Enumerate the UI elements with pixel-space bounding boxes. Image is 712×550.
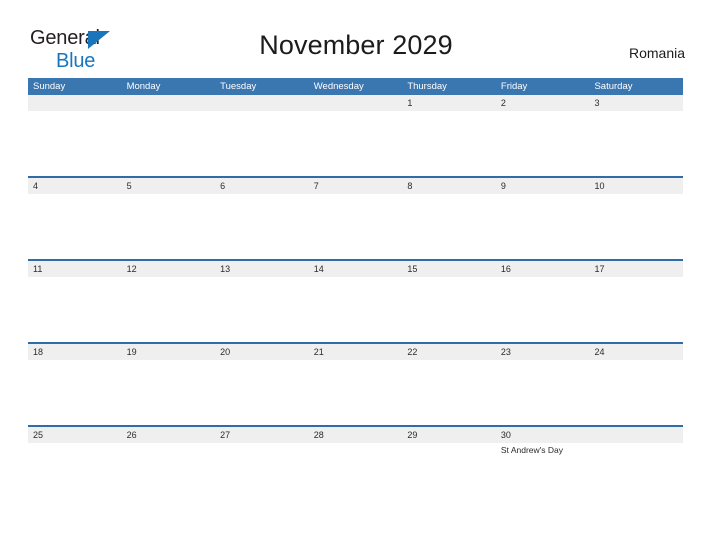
day-number[interactable]: 8 xyxy=(402,178,496,194)
day-number[interactable]: 30 xyxy=(496,427,590,443)
event-band xyxy=(28,111,683,113)
calendar-week-row: 18 19 20 21 22 23 24 xyxy=(28,342,683,425)
day-cell[interactable] xyxy=(589,111,683,113)
day-number-empty xyxy=(28,95,122,111)
day-number[interactable]: 5 xyxy=(122,178,216,194)
holiday-event-label: St Andrew's Day xyxy=(500,445,563,455)
event-band xyxy=(28,277,683,279)
day-number[interactable]: 7 xyxy=(309,178,403,194)
day-cell[interactable] xyxy=(122,443,216,456)
date-number-band: 25 26 27 28 29 30 xyxy=(28,427,683,443)
day-cell[interactable] xyxy=(215,443,309,456)
page-title: November 2029 xyxy=(259,30,453,60)
country-label: Romania xyxy=(628,45,685,61)
day-cell[interactable] xyxy=(28,111,122,113)
day-number[interactable]: 11 xyxy=(28,261,122,277)
day-number[interactable]: 10 xyxy=(589,178,683,194)
day-number[interactable]: 26 xyxy=(122,427,216,443)
day-number[interactable]: 9 xyxy=(496,178,590,194)
day-number[interactable]: 17 xyxy=(589,261,683,277)
date-number-band: 4 5 6 7 8 9 10 xyxy=(28,178,683,194)
weekday-header-tuesday: Tuesday xyxy=(220,81,257,92)
day-number[interactable]: 22 xyxy=(402,344,496,360)
day-number-empty xyxy=(309,95,403,111)
day-number[interactable]: 2 xyxy=(496,95,590,111)
day-cell[interactable] xyxy=(122,194,216,196)
day-number[interactable]: 23 xyxy=(496,344,590,360)
day-cell[interactable] xyxy=(309,443,403,456)
day-cell[interactable] xyxy=(589,443,683,456)
calendar-week-row: 4 5 6 7 8 9 10 xyxy=(28,176,683,259)
calendar-week-row: 123 xyxy=(28,95,683,176)
day-number[interactable]: 14 xyxy=(309,261,403,277)
day-number[interactable]: 1 xyxy=(402,95,496,111)
day-cell[interactable] xyxy=(496,360,590,362)
day-cell[interactable] xyxy=(402,111,496,113)
day-cell[interactable] xyxy=(28,277,122,279)
day-cell[interactable] xyxy=(496,277,590,279)
date-number-band: 18 19 20 21 22 23 24 xyxy=(28,344,683,360)
day-cell[interactable] xyxy=(309,194,403,196)
day-number[interactable]: 21 xyxy=(309,344,403,360)
day-cell[interactable] xyxy=(402,277,496,279)
weekday-header-monday: Monday xyxy=(126,81,161,92)
date-number-band: 11 12 13 14 15 16 17 xyxy=(28,261,683,277)
day-number[interactable]: 27 xyxy=(215,427,309,443)
day-number[interactable]: 3 xyxy=(589,95,683,111)
day-number[interactable]: 20 xyxy=(215,344,309,360)
event-band xyxy=(28,194,683,196)
day-cell[interactable] xyxy=(589,277,683,279)
date-number-band: 123 xyxy=(28,95,683,111)
day-number[interactable]: 16 xyxy=(496,261,590,277)
day-cell[interactable] xyxy=(402,360,496,362)
weekday-header-friday: Friday xyxy=(500,81,528,92)
day-cell[interactable] xyxy=(215,111,309,113)
page-header: General Blue November 2029 Romania xyxy=(0,0,712,71)
day-cell[interactable]: St Andrew's Day xyxy=(496,443,590,456)
day-cell[interactable] xyxy=(28,194,122,196)
weekday-header-saturday: Saturday xyxy=(594,81,633,92)
day-cell[interactable] xyxy=(309,111,403,113)
day-cell[interactable] xyxy=(122,360,216,362)
event-band: St Andrew's Day xyxy=(28,443,683,456)
calendar-week-row: 11 12 13 14 15 16 17 xyxy=(28,259,683,342)
day-cell[interactable] xyxy=(309,360,403,362)
day-number[interactable]: 13 xyxy=(215,261,309,277)
day-cell[interactable] xyxy=(215,277,309,279)
day-cell[interactable] xyxy=(496,194,590,196)
day-number[interactable]: 12 xyxy=(122,261,216,277)
day-cell[interactable] xyxy=(589,194,683,196)
day-number-empty xyxy=(122,95,216,111)
weekday-header-wednesday: Wednesday xyxy=(313,81,364,92)
calendar-weeks: 1 2 3 4 5 6 7 8 9 10 11 12 13 14 15 16 17 18 19 20 21 22 23 24 2… xyxy=(28,95,683,508)
day-cell[interactable] xyxy=(28,360,122,362)
day-cell[interactable] xyxy=(402,194,496,196)
weekday-header-row: Sunday Monday Tuesday Wednesday Thursday… xyxy=(28,78,683,95)
weekday-header-sunday: Sunday xyxy=(33,81,66,92)
day-number[interactable]: 6 xyxy=(215,178,309,194)
day-cell[interactable] xyxy=(28,443,122,456)
day-cell[interactable] xyxy=(589,360,683,362)
day-cell[interactable] xyxy=(215,194,309,196)
day-number[interactable]: 18 xyxy=(28,344,122,360)
day-number[interactable]: 24 xyxy=(589,344,683,360)
weekday-header-thursday: Thursday xyxy=(407,81,447,92)
day-cell[interactable] xyxy=(122,111,216,113)
day-number[interactable]: 4 xyxy=(28,178,122,194)
day-cell[interactable] xyxy=(496,111,590,113)
day-cell[interactable] xyxy=(402,443,496,456)
calendar-week-row: 25 26 27 28 29 30 St Andrew's Day xyxy=(28,425,683,508)
day-number[interactable]: 28 xyxy=(309,427,403,443)
day-cell[interactable] xyxy=(309,277,403,279)
calendar-grid: Sunday Monday Tuesday Wednesday Thursday… xyxy=(28,78,683,508)
day-cell[interactable] xyxy=(215,360,309,362)
day-number[interactable]: 25 xyxy=(28,427,122,443)
day-number[interactable]: 29 xyxy=(402,427,496,443)
day-number[interactable]: 15 xyxy=(402,261,496,277)
event-band xyxy=(28,360,683,362)
day-number-empty xyxy=(215,95,309,111)
day-number[interactable]: 19 xyxy=(122,344,216,360)
day-number-empty xyxy=(589,427,683,443)
day-cell[interactable] xyxy=(122,277,216,279)
